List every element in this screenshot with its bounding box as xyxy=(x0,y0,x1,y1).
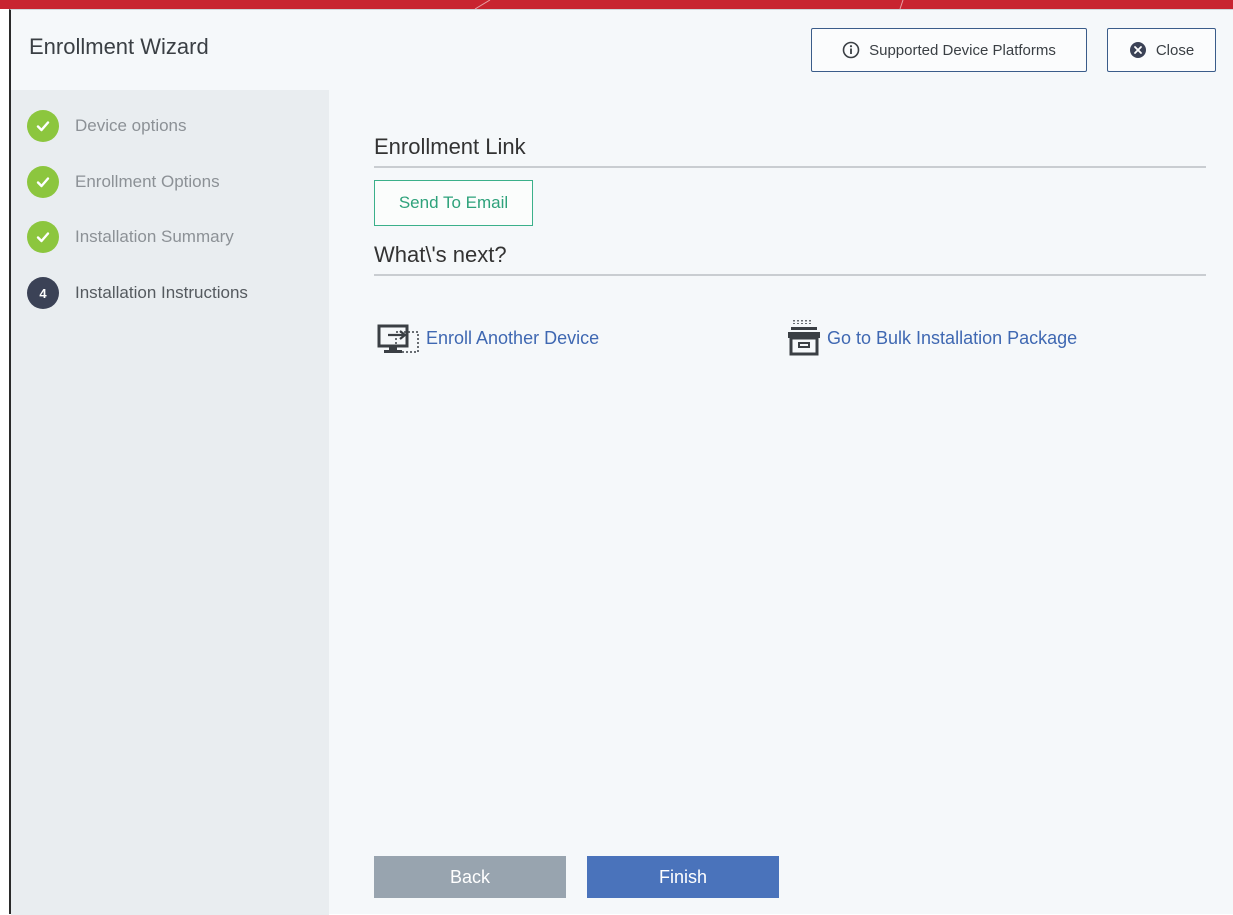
wizard-steps-sidebar: Device options Enrollment Options Instal… xyxy=(11,90,329,915)
step-complete-badge xyxy=(27,221,59,253)
back-button[interactable]: Back xyxy=(374,856,566,898)
whats-next-heading: What\'s next? xyxy=(374,242,1206,276)
decorative-lines xyxy=(474,0,904,9)
package-icon xyxy=(788,320,820,356)
close-button[interactable]: Close xyxy=(1107,28,1216,72)
supported-platforms-label: Supported Device Platforms xyxy=(869,41,1056,59)
finish-button[interactable]: Finish xyxy=(587,856,779,898)
monitor-enroll-icon xyxy=(377,324,419,353)
supported-platforms-button[interactable]: Supported Device Platforms xyxy=(811,28,1087,72)
main-content: Enrollment Link Send To Email What\'s ne… xyxy=(329,90,1233,915)
step-label: Device options xyxy=(75,116,187,135)
check-icon xyxy=(36,232,50,243)
step-complete-badge xyxy=(27,166,59,198)
bulk-package-label: Go to Bulk Installation Package xyxy=(827,327,1078,348)
close-circle-icon xyxy=(1129,42,1146,58)
step-device-options[interactable]: Device options xyxy=(27,108,187,144)
check-icon xyxy=(36,121,50,132)
info-circle-icon xyxy=(842,41,860,59)
check-icon xyxy=(36,177,50,188)
step-number-badge: 4 xyxy=(27,277,59,309)
step-enrollment-options[interactable]: Enrollment Options xyxy=(27,164,220,200)
top-accent-bar xyxy=(0,0,1233,9)
enrollment-link-heading: Enrollment Link xyxy=(374,134,1206,168)
step-label: Installation Summary xyxy=(75,227,234,246)
step-label: Enrollment Options xyxy=(75,172,220,191)
bulk-installation-package-link[interactable]: Go to Bulk Installation Package xyxy=(785,318,1077,358)
dialog-title: Enrollment Wizard xyxy=(29,34,209,59)
send-to-email-button[interactable]: Send To Email xyxy=(374,180,533,226)
step-complete-badge xyxy=(27,110,59,142)
step-label: Installation Instructions xyxy=(75,283,248,302)
enroll-another-label: Enroll Another Device xyxy=(426,327,600,348)
step-installation-summary[interactable]: Installation Summary xyxy=(27,219,234,255)
enrollment-wizard-dialog: Enrollment Wizard Supported Device Platf… xyxy=(9,9,1233,915)
enroll-another-device-link[interactable]: Enroll Another Device xyxy=(374,318,599,358)
step-installation-instructions[interactable]: 4 Installation Instructions xyxy=(27,275,248,311)
close-label: Close xyxy=(1155,41,1195,59)
